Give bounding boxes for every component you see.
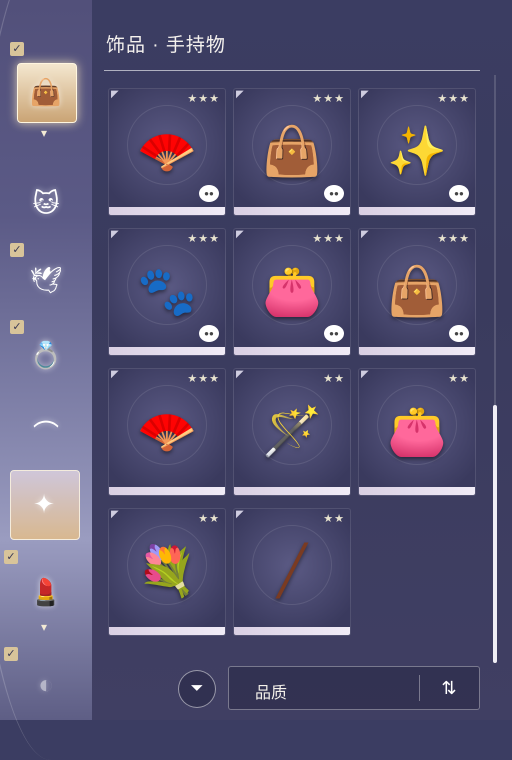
- item-card-star-wand[interactable]: ◤ ★★★ ✨ ●●: [358, 88, 476, 216]
- sort-toggle-icon: ⇅: [441, 677, 457, 698]
- filter-icon: ⏷: [190, 680, 204, 697]
- filter-button[interactable]: ⏷: [178, 670, 216, 708]
- chevron-down-icon: ▾: [41, 620, 48, 634]
- palette-icon[interactable]: ●●: [324, 325, 344, 342]
- lavender-icon: 💐: [137, 545, 197, 599]
- card-rarity-bar: [359, 207, 475, 215]
- sidebar-selected-highlight: [10, 470, 80, 540]
- sidebar-item-wings[interactable]: 🕊: [22, 260, 70, 300]
- item-card-mint-quilted-bag[interactable]: ◤ ★★ 👛: [358, 368, 476, 496]
- card-corner-icon: ◤: [236, 89, 244, 100]
- check-icon: ✓: [10, 243, 24, 257]
- card-corner-icon: ◤: [111, 369, 119, 380]
- star-wand-icon: ✨: [387, 125, 447, 179]
- sidebar-item-earring[interactable]: ⌒: [22, 412, 70, 452]
- palette-icon[interactable]: ●●: [449, 185, 469, 202]
- item-card-cat-face-fan[interactable]: ◤ ★★★ 🐾 ●●: [108, 228, 226, 356]
- sort-order-button[interactable]: ⇅: [429, 673, 469, 703]
- folding-fan-icon: 🪭: [137, 405, 197, 459]
- wings-icon: 🕊: [29, 264, 63, 295]
- handbag-icon: 👛: [262, 265, 322, 319]
- sidebar-selected-highlight: [17, 63, 77, 123]
- more-icon: ◐: [38, 668, 54, 699]
- sidebar-item-more[interactable]: ◐: [26, 664, 66, 704]
- rarity-stars: ★★★: [312, 233, 345, 245]
- plaid-bag-icon: 👜: [387, 265, 447, 319]
- item-card-pink-wand[interactable]: ◤ ★★ 🪄: [233, 368, 351, 496]
- basket-bag-icon: 👜: [262, 125, 322, 179]
- lace-fan-icon: 🪭: [137, 125, 197, 179]
- rarity-stars: ★★: [323, 513, 345, 525]
- card-rarity-bar: [109, 207, 225, 215]
- rarity-stars: ★★★: [437, 93, 470, 105]
- rarity-stars: ★★★: [187, 373, 220, 385]
- quilted-bag-icon: 👛: [387, 405, 447, 459]
- item-card-lavender-bouquet[interactable]: ◤ ★★ 💐: [108, 508, 226, 636]
- ring-icon: 💍: [29, 339, 63, 370]
- palette-icon[interactable]: ●●: [199, 325, 219, 342]
- card-rarity-bar: [359, 347, 475, 355]
- item-card-red-folding-fan[interactable]: ◤ ★★★ 🪭: [108, 368, 226, 496]
- card-rarity-bar: [234, 627, 350, 635]
- card-corner-icon: ◤: [111, 509, 119, 520]
- cat-ears-icon: 🐱: [32, 187, 60, 218]
- palette-icon[interactable]: ●●: [449, 325, 469, 342]
- page-title: 饰品 · 手持物: [106, 35, 226, 56]
- check-icon: ✓: [4, 550, 18, 564]
- card-corner-icon: ◤: [111, 229, 119, 240]
- sidebar-item-ring[interactable]: 💍: [22, 335, 70, 375]
- sort-dropdown[interactable]: 品质 ⇅: [228, 666, 480, 710]
- card-rarity-bar: [109, 627, 225, 635]
- card-corner-icon: ◤: [361, 369, 369, 380]
- check-icon: ✓: [10, 320, 24, 334]
- sidebar-item-cat-ears[interactable]: 🐱: [22, 183, 70, 223]
- bag-icon: 👜: [29, 76, 63, 107]
- sidebar-item-handheld[interactable]: ✦: [10, 470, 78, 538]
- rarity-stars: ★★★: [187, 233, 220, 245]
- rarity-stars: ★★★: [312, 93, 345, 105]
- chevron-down-icon: ▾: [41, 126, 48, 140]
- wand-icon: ✦: [33, 488, 55, 519]
- item-card-plaid-handbag[interactable]: ◤ ★★★ 👜 ●●: [358, 228, 476, 356]
- card-corner-icon: ◤: [111, 89, 119, 100]
- card-corner-icon: ◤: [236, 509, 244, 520]
- card-rarity-bar: [359, 487, 475, 495]
- check-icon: ✓: [10, 42, 24, 56]
- item-card-olive-handbag[interactable]: ◤ ★★★ 👛 ●●: [233, 228, 351, 356]
- palette-icon[interactable]: ●●: [199, 185, 219, 202]
- sort-divider: [419, 675, 420, 701]
- rarity-stars: ★★: [448, 373, 470, 385]
- scrollbar-thumb[interactable]: [493, 405, 497, 663]
- card-rarity-bar: [109, 347, 225, 355]
- cat-fan-icon: 🐾: [137, 265, 197, 319]
- rarity-stars: ★★: [198, 513, 220, 525]
- rarity-stars: ★★★: [437, 233, 470, 245]
- item-card-brown-stick[interactable]: ◤ ★★ ╱: [233, 508, 351, 636]
- card-rarity-bar: [234, 487, 350, 495]
- card-rarity-bar: [109, 487, 225, 495]
- card-rarity-bar: [234, 347, 350, 355]
- pink-wand-icon: 🪄: [262, 405, 322, 459]
- card-corner-icon: ◤: [361, 89, 369, 100]
- earring-icon: ⌒: [32, 418, 59, 449]
- makeup-icon: 💄: [29, 576, 63, 607]
- card-rarity-bar: [234, 207, 350, 215]
- rarity-stars: ★★: [323, 373, 345, 385]
- sidebar-item-makeup[interactable]: 💄: [22, 568, 70, 616]
- rarity-stars: ★★★: [187, 93, 220, 105]
- item-card-red-basket-bag[interactable]: ◤ ★★★ 👜 ●●: [233, 88, 351, 216]
- card-corner-icon: ◤: [236, 369, 244, 380]
- check-icon: ✓: [4, 647, 18, 661]
- card-corner-icon: ◤: [236, 229, 244, 240]
- sidebar-item-bag[interactable]: 👜: [17, 63, 75, 121]
- card-corner-icon: ◤: [361, 229, 369, 240]
- title-divider: [104, 70, 480, 71]
- sort-label: 品质: [255, 685, 288, 702]
- category-sidebar: ✓ 👜 ▾ 🐱 ✓ 🕊 ✓ 💍 ⌒ ✦ ✓ 💄 ▾ ✓ ◐: [0, 0, 92, 720]
- stick-icon: ╱: [277, 544, 307, 598]
- palette-icon[interactable]: ●●: [324, 185, 344, 202]
- item-card-lace-fan[interactable]: ◤ ★★★ 🪭 ●●: [108, 88, 226, 216]
